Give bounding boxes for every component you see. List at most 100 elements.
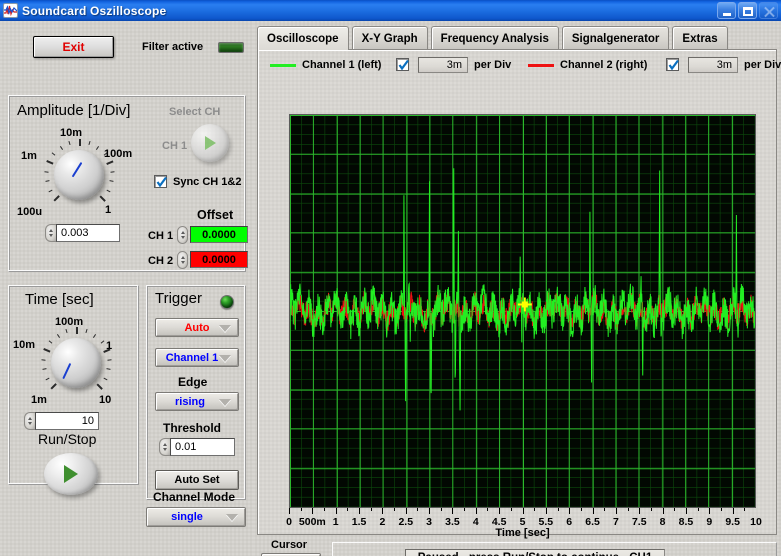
offset-ch1-spinner[interactable] — [177, 226, 188, 244]
cursor-label: Cursor — [271, 539, 308, 551]
channel-2-color-swatch — [528, 64, 554, 67]
knob-tick — [48, 189, 53, 192]
trigger-mode-dropdown[interactable]: Auto — [155, 318, 239, 337]
edge-label: Edge — [178, 375, 208, 389]
play-triangle-icon — [204, 136, 216, 150]
amplitude-scale-1: 1m — [21, 150, 37, 162]
tab-label: Extras — [682, 32, 718, 45]
knob-tick — [45, 180, 50, 183]
sync-label: Sync CH 1&2 — [173, 176, 242, 188]
amplitude-scale-3: 100m — [104, 148, 133, 160]
channel-2-per-div-value[interactable]: 3m — [688, 57, 738, 73]
knob-tick — [93, 333, 97, 338]
threshold-spinner[interactable] — [159, 438, 170, 456]
tab-oscilloscope[interactable]: Oscilloscope — [257, 26, 349, 50]
title-bar: Soundcard Oszilloscope — [0, 0, 781, 21]
channel-mode-label: Channel Mode — [153, 490, 236, 504]
threshold-value[interactable]: 0.01 — [170, 438, 235, 456]
knob-tick — [100, 340, 104, 344]
trigger-led — [220, 295, 234, 309]
tab-label: Oscilloscope — [267, 32, 339, 45]
time-spinner[interactable] — [24, 412, 35, 430]
x-axis-title: Time [sec] — [495, 527, 550, 539]
knob-tick — [52, 152, 56, 156]
knob-tick — [96, 145, 100, 150]
sync-checkbox[interactable] — [154, 175, 167, 188]
application-window: Soundcard Oszilloscope Exit Filter activ… — [0, 0, 781, 556]
knob-tick — [76, 326, 78, 334]
time-value[interactable]: 10 — [35, 412, 99, 430]
amplitude-group: Amplitude [1/Div] 100u 1m 10m 100m 1 0.0… — [8, 95, 248, 272]
tab-bar: Oscilloscope X-Y Graph Frequency Analysis S… — [257, 26, 777, 50]
knob-tick — [110, 171, 115, 173]
knob-tick — [44, 171, 49, 173]
knob-tick — [100, 195, 107, 202]
amplitude-knob-wrapper: 100u 1m 10m 100m 1 — [17, 122, 137, 228]
minimize-icon[interactable] — [717, 2, 736, 19]
trigger-group: Trigger Auto Channel 1 Edge rising Thres… — [146, 285, 246, 500]
display-panel: Oscilloscope X-Y Graph Frequency Analysis S… — [253, 21, 781, 556]
channel-2-checkbox[interactable] — [666, 58, 679, 71]
tab-signalgenerator[interactable]: Signalgenerator — [561, 26, 670, 50]
tab-label: X-Y Graph — [361, 32, 418, 45]
window-controls — [717, 2, 781, 19]
knob-tick — [106, 160, 114, 165]
channel-1-label: Channel 1 (left) — [302, 59, 382, 71]
amplitude-scale-0: 100u — [17, 206, 43, 218]
time-scale-0: 1m — [31, 394, 47, 406]
amplitude-value-field[interactable]: 0.003 — [45, 224, 120, 242]
trigger-source-value: Channel 1 — [165, 351, 219, 364]
chevron-down-icon — [219, 354, 231, 362]
channel-1-checkbox[interactable] — [396, 58, 409, 71]
offset-label: Offset — [197, 208, 234, 222]
knob-tick — [106, 368, 111, 371]
offset-ch2-spinner[interactable] — [177, 251, 188, 269]
chevron-down-icon — [219, 324, 231, 332]
trigger-edge-value: rising — [175, 395, 205, 408]
check-icon — [156, 176, 167, 188]
channel-1-per-div-label: per Div — [474, 59, 512, 71]
knob-tick — [45, 160, 53, 165]
threshold-label: Threshold — [163, 421, 222, 435]
tab-label: Signalgenerator — [571, 32, 660, 45]
run-stop-label: Run/Stop — [38, 431, 97, 447]
tab-frequency-analysis[interactable]: Frequency Analysis — [430, 26, 559, 50]
check-icon — [398, 59, 409, 71]
filter-active-led — [218, 42, 244, 53]
oscilloscope-plot[interactable] — [289, 114, 756, 508]
waveform-canvas[interactable] — [290, 115, 755, 507]
knob-tick — [107, 359, 112, 361]
tab-content-oscilloscope: Channel 1 (left) 3m per Div Channel 2 (r… — [257, 49, 781, 539]
trigger-edge-dropdown[interactable]: rising — [155, 392, 239, 411]
close-icon[interactable] — [759, 2, 778, 19]
amplitude-scale-4: 1 — [105, 204, 112, 216]
channel-1-color-swatch — [270, 64, 296, 67]
select-ch-label: Select CH — [169, 106, 221, 118]
tab-extras[interactable]: Extras — [672, 26, 728, 50]
filter-active-label: Filter active — [142, 41, 204, 53]
time-value-field[interactable]: 10 — [24, 412, 99, 430]
channel-1-per-div-value[interactable]: 3m — [418, 57, 468, 73]
amplitude-spinner[interactable] — [45, 224, 56, 242]
threshold-field[interactable]: 0.01 — [159, 438, 235, 456]
select-ch-button[interactable] — [191, 124, 229, 162]
offset-ch1-value[interactable]: 0.0000 — [190, 226, 248, 243]
status-panel: Paused - press Run/Stop to continue - CH… — [332, 542, 777, 556]
knob-tick — [42, 368, 47, 371]
tab-x-y-graph[interactable]: X-Y Graph — [351, 26, 428, 50]
trigger-source-dropdown[interactable]: Channel 1 — [155, 348, 239, 367]
time-header: Time [sec] — [25, 291, 94, 308]
status-message: Paused - press Run/Stop to continue - CH… — [405, 549, 665, 556]
offset-ch2-value[interactable]: 0.0000 — [190, 251, 248, 268]
knob-tick — [88, 141, 91, 146]
channel-mode-dropdown[interactable]: single — [146, 507, 246, 527]
exit-button[interactable]: Exit — [33, 36, 114, 58]
maximize-icon[interactable] — [738, 2, 757, 19]
knob-tick — [65, 329, 68, 334]
amplitude-knob[interactable] — [54, 150, 104, 200]
trigger-header: Trigger — [155, 290, 202, 307]
time-knob[interactable] — [51, 338, 101, 388]
run-stop-button[interactable] — [44, 453, 98, 495]
auto-set-button[interactable]: Auto Set — [155, 470, 239, 490]
amplitude-value[interactable]: 0.003 — [56, 224, 120, 242]
